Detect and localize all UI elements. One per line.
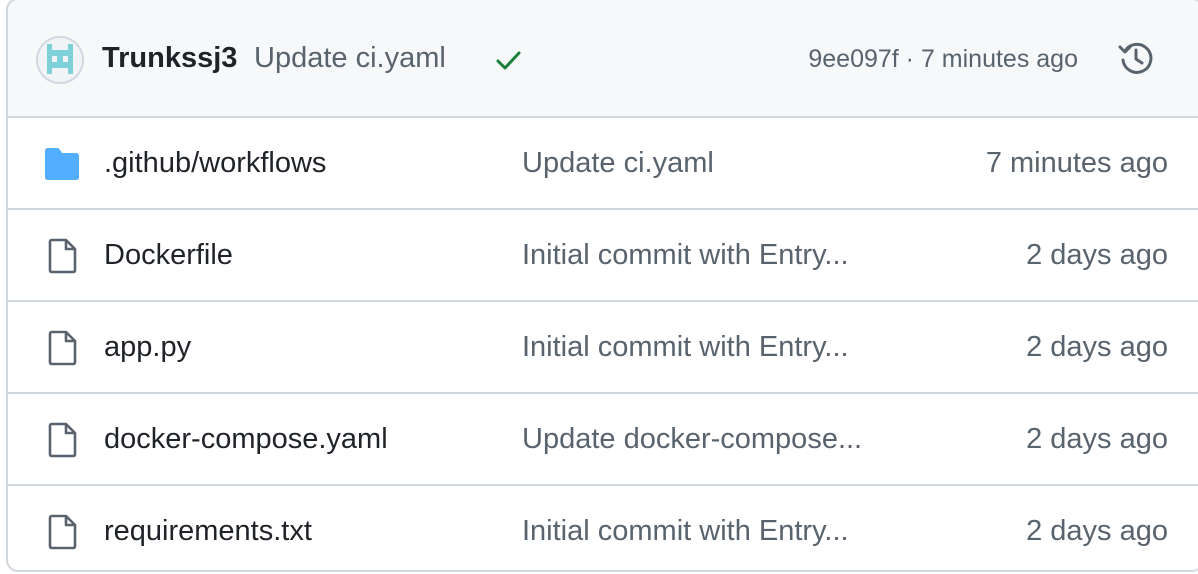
file-icon [48, 330, 77, 366]
commit-sha-and-time[interactable]: 9ee097f · 7 minutes ago [808, 42, 1078, 76]
file-name-link[interactable]: app.py [104, 328, 191, 366]
file-row[interactable]: app.py Initial commit with Entry... 2 da… [8, 302, 1198, 394]
author-avatar[interactable] [36, 36, 84, 84]
file-commit-message-link[interactable]: Update docker-compose... [522, 420, 894, 458]
file-browser: Trunkssj3 Update ci.yaml 9ee097f · 7 min… [6, 0, 1198, 572]
file-icon [48, 514, 77, 550]
check-icon[interactable] [492, 44, 524, 76]
latest-commit-bar: Trunkssj3 Update ci.yaml 9ee097f · 7 min… [8, 0, 1198, 118]
file-name-link[interactable]: requirements.txt [104, 512, 312, 550]
folder-icon [45, 148, 79, 180]
file-commit-age: 7 minutes ago [985, 147, 1168, 179]
file-commit-message-link[interactable]: Initial commit with Entry... [522, 236, 894, 274]
identicon-avatar [38, 38, 82, 82]
file-list: .github/workflows Update ci.yaml 7 minut… [8, 118, 1198, 570]
commit-author-link[interactable]: Trunkssj3 [102, 40, 237, 76]
file-commit-age: 2 days ago [1026, 331, 1168, 363]
file-name-link[interactable]: Dockerfile [104, 236, 233, 274]
file-commit-age: 2 days ago [1026, 515, 1168, 547]
file-commit-age: 2 days ago [1026, 239, 1168, 271]
file-commit-message-link[interactable]: Initial commit with Entry... [522, 512, 894, 550]
file-name-link[interactable]: docker-compose.yaml [104, 420, 388, 458]
file-commit-message-link[interactable]: Initial commit with Entry... [522, 328, 894, 366]
file-row[interactable]: requirements.txt Initial commit with Ent… [8, 486, 1198, 570]
file-commit-age: 2 days ago [1026, 423, 1168, 455]
commit-message-link[interactable]: Update ci.yaml [254, 40, 446, 76]
history-icon[interactable] [1116, 38, 1156, 78]
file-row[interactable]: .github/workflows Update ci.yaml 7 minut… [8, 118, 1198, 210]
file-icon [48, 422, 77, 458]
file-row[interactable]: Dockerfile Initial commit with Entry... … [8, 210, 1198, 302]
file-name-link[interactable]: .github/workflows [104, 144, 326, 182]
file-commit-message-link[interactable]: Update ci.yaml [522, 144, 894, 182]
file-icon [48, 238, 77, 274]
file-row[interactable]: docker-compose.yaml Update docker-compos… [8, 394, 1198, 486]
